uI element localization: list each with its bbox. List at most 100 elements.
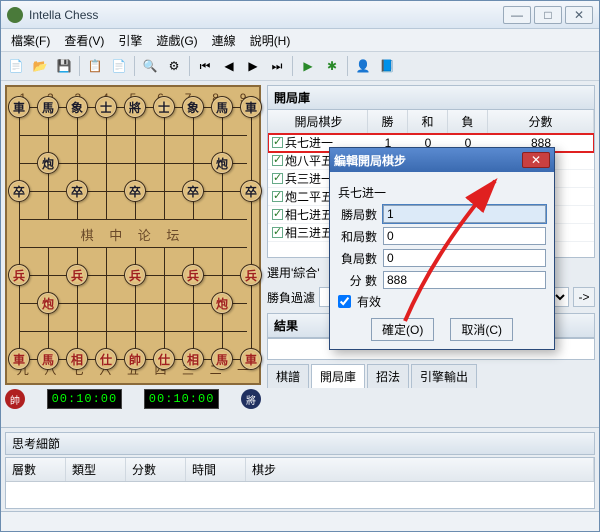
tab-opening[interactable]: 開局庫 (311, 364, 365, 388)
chess-piece[interactable]: 車 (8, 348, 30, 370)
chess-piece[interactable]: 炮 (211, 152, 233, 174)
chess-piece[interactable]: 兵 (8, 264, 30, 286)
tab-engine-output[interactable]: 引擎輸出 (411, 364, 477, 388)
row-checkbox[interactable] (272, 227, 283, 238)
chess-piece[interactable]: 馬 (37, 96, 59, 118)
chess-piece[interactable]: 卒 (240, 180, 262, 202)
black-badge: 將 (241, 389, 261, 409)
wins-input[interactable] (383, 205, 546, 223)
main-body: 123456789 棋 中 论 坛 車馬象士將士象馬車車馬相仕帥仕相馬車炮炮炮炮… (1, 81, 599, 427)
separator (79, 56, 80, 76)
dialog-close-icon[interactable]: ✕ (522, 152, 550, 168)
ok-button[interactable]: 確定(O) (371, 318, 434, 341)
next-icon[interactable]: ▶ (242, 55, 264, 77)
filter-go-button[interactable]: -> (573, 287, 595, 307)
toolbar: 📄 📂 💾 📋 📄 🔍 ⚙ ⏮ ◀ ▶ ⏭ ▶ ✱ 👤 📘 (1, 51, 599, 81)
filter-label: 選用'綜合' (267, 264, 320, 281)
dialog-titlebar[interactable]: 編輯開局棋步 ✕ (330, 148, 554, 172)
new-icon[interactable]: 📄 (5, 55, 27, 77)
first-icon[interactable]: ⏮ (194, 55, 216, 77)
chess-piece[interactable]: 仕 (153, 348, 175, 370)
chess-piece[interactable]: 卒 (182, 180, 204, 202)
copy-icon[interactable]: 📋 (84, 55, 106, 77)
chess-piece[interactable]: 象 (66, 96, 88, 118)
clock-row: 帥 00:10:00 00:10:00 將 (5, 389, 261, 409)
cancel-button[interactable]: 取消(C) (450, 318, 513, 341)
red-badge: 帥 (5, 389, 25, 409)
play-icon[interactable]: ▶ (297, 55, 319, 77)
last-icon[interactable]: ⏭ (266, 55, 288, 77)
menu-view[interactable]: 查看(V) (58, 30, 110, 51)
menu-engine[interactable]: 引擎 (112, 30, 148, 51)
edit-opening-dialog: 編輯開局棋步 ✕ 兵七进一 勝局數 和局數 負局數 分 數 有效 確定(O) 取… (329, 147, 555, 350)
menu-connect[interactable]: 連線 (206, 30, 242, 51)
board-panel: 123456789 棋 中 论 坛 車馬象士將士象馬車車馬相仕帥仕相馬車炮炮炮炮… (1, 81, 265, 427)
chess-piece[interactable]: 象 (182, 96, 204, 118)
row-checkbox[interactable] (272, 209, 283, 220)
chess-piece[interactable]: 仕 (95, 348, 117, 370)
score-label: 分 數 (338, 272, 377, 289)
chess-piece[interactable]: 兵 (240, 264, 262, 286)
status-bar (1, 511, 599, 531)
red-clock: 00:10:00 (47, 389, 123, 409)
chess-piece[interactable]: 兵 (182, 264, 204, 286)
thinking-header: 層數 類型 分數 時間 棋步 (6, 458, 594, 482)
paste-icon[interactable]: 📄 (108, 55, 130, 77)
filter-label2: 勝負過濾 (267, 289, 315, 306)
row-checkbox[interactable] (272, 173, 283, 184)
opening-title: 開局庫 (267, 85, 595, 110)
losses-input[interactable] (383, 249, 546, 267)
chess-piece[interactable]: 卒 (66, 180, 88, 202)
maximize-button[interactable]: □ (534, 6, 562, 24)
chess-piece[interactable]: 炮 (37, 292, 59, 314)
chess-piece[interactable]: 炮 (211, 292, 233, 314)
chess-piece[interactable]: 帥 (124, 348, 146, 370)
chess-piece[interactable]: 馬 (211, 96, 233, 118)
draws-label: 和局數 (338, 228, 377, 245)
chess-piece[interactable]: 相 (182, 348, 204, 370)
settings-icon[interactable]: ⚙ (163, 55, 185, 77)
menu-help[interactable]: 說明(H) (244, 30, 297, 51)
user-icon[interactable]: 👤 (352, 55, 374, 77)
row-checkbox[interactable] (272, 155, 283, 166)
app-icon (7, 7, 23, 23)
chess-piece[interactable]: 卒 (124, 180, 146, 202)
row-checkbox[interactable] (272, 137, 283, 148)
chess-piece[interactable]: 士 (153, 96, 175, 118)
tab-bar: 棋譜 開局庫 招法 引擎輸出 (267, 364, 595, 388)
minimize-button[interactable]: — (503, 6, 531, 24)
chess-piece[interactable]: 將 (124, 96, 146, 118)
chess-piece[interactable]: 車 (240, 348, 262, 370)
right-panel: 開局庫 開局棋步 勝 和 負 分數 兵七进一100888炮八平五100888兵三… (265, 81, 599, 427)
tab-moves[interactable]: 招法 (367, 364, 409, 388)
menu-game[interactable]: 遊戲(G) (150, 30, 203, 51)
separator (189, 56, 190, 76)
chess-piece[interactable]: 兵 (124, 264, 146, 286)
zoom-icon[interactable]: 🔍 (139, 55, 161, 77)
chess-piece[interactable]: 士 (95, 96, 117, 118)
open-icon[interactable]: 📂 (29, 55, 51, 77)
chess-piece[interactable]: 馬 (37, 348, 59, 370)
chess-piece[interactable]: 車 (8, 96, 30, 118)
close-button[interactable]: ✕ (565, 6, 593, 24)
draws-input[interactable] (383, 227, 546, 245)
save-icon[interactable]: 💾 (53, 55, 75, 77)
book-icon[interactable]: 📘 (376, 55, 398, 77)
chess-board[interactable]: 123456789 棋 中 论 坛 車馬象士將士象馬車車馬相仕帥仕相馬車炮炮炮炮… (5, 85, 261, 385)
valid-checkbox[interactable] (338, 295, 351, 308)
tab-notation[interactable]: 棋譜 (267, 364, 309, 388)
prev-icon[interactable]: ◀ (218, 55, 240, 77)
dialog-title: 編輯開局棋步 (334, 152, 522, 169)
thinking-title: 思考細節 (5, 432, 595, 455)
chess-piece[interactable]: 車 (240, 96, 262, 118)
menu-file[interactable]: 檔案(F) (5, 30, 56, 51)
separator (134, 56, 135, 76)
row-checkbox[interactable] (272, 191, 283, 202)
chess-piece[interactable]: 相 (66, 348, 88, 370)
chess-piece[interactable]: 炮 (37, 152, 59, 174)
chess-piece[interactable]: 馬 (211, 348, 233, 370)
score-input[interactable] (383, 271, 546, 289)
chess-piece[interactable]: 兵 (66, 264, 88, 286)
chess-piece[interactable]: 卒 (8, 180, 30, 202)
engine-icon[interactable]: ✱ (321, 55, 343, 77)
